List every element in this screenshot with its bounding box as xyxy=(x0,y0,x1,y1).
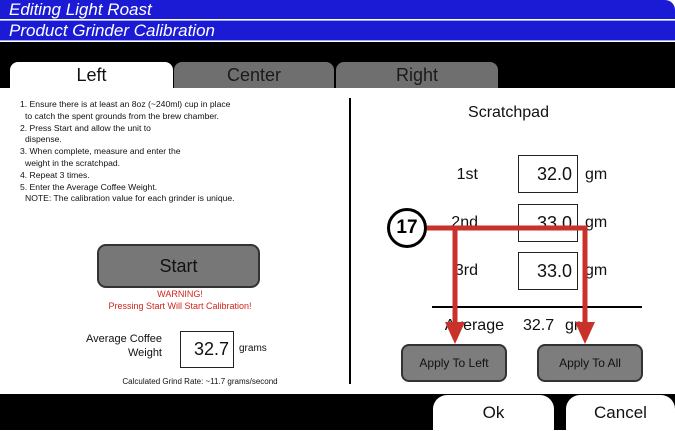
scratchpad-title: Scratchpad xyxy=(468,104,549,121)
scratch-average-unit: gm xyxy=(565,317,588,334)
tab-center[interactable]: Center xyxy=(174,62,334,88)
instruction-line: dispense. xyxy=(25,134,62,145)
average-divider xyxy=(432,306,642,308)
average-weight-input[interactable]: 32.7 xyxy=(180,331,234,368)
scratch-row-unit: gm xyxy=(585,262,608,279)
scratch-average-label: Average xyxy=(444,317,504,334)
average-weight-label: Average Coffee Weight xyxy=(62,332,162,360)
window-subtitle: Product Grinder Calibration xyxy=(0,20,675,41)
instruction-line: to catch the spent grounds from the brew… xyxy=(25,110,219,121)
instruction-line: 1. Ensure there is at least an 8oz (~240… xyxy=(20,99,231,109)
warning-text: Pressing Start Will Start Calibration! xyxy=(108,301,252,311)
calculated-grind-rate: Calculated Grind Rate: ~11.7 grams/secon… xyxy=(122,377,278,386)
scratch-average-value: 32.7 xyxy=(523,317,555,334)
ok-button[interactable]: Ok xyxy=(433,395,554,430)
average-weight-label-line1: Average Coffee xyxy=(85,333,162,345)
instructions: 1. Ensure there is at least an 8oz (~240… xyxy=(20,99,340,205)
step-callout-badge: 17 xyxy=(387,208,427,248)
scratch-row-label: 1st xyxy=(456,166,478,183)
panel-divider xyxy=(349,98,351,384)
tab-right[interactable]: Right xyxy=(336,62,498,88)
scratch-row-unit: gm xyxy=(585,214,608,231)
scratch-row-unit: gm xyxy=(585,166,608,183)
average-weight-label-line2: Weight xyxy=(127,347,162,359)
instruction-line: 2. Press Start and allow the unit to xyxy=(20,122,151,133)
apply-to-left-button[interactable]: Apply To Left xyxy=(401,344,507,382)
scratch-row-input[interactable]: 32.0 xyxy=(518,155,578,193)
average-weight-unit: grams xyxy=(239,343,267,354)
scratch-row-input[interactable]: 33.0 xyxy=(518,252,578,290)
cancel-button[interactable]: Cancel xyxy=(566,395,675,430)
start-button[interactable]: Start xyxy=(97,244,260,288)
instruction-line: NOTE: The calibration value for each gri… xyxy=(25,193,235,204)
apply-to-all-button[interactable]: Apply To All xyxy=(537,344,643,382)
scratch-row-label: 3rd xyxy=(454,262,478,279)
instruction-line: 5. Enter the Average Coffee Weight. xyxy=(20,181,158,192)
window-title: Editing Light Roast xyxy=(0,0,675,19)
instruction-line: 3. When complete, measure and enter the xyxy=(20,146,181,157)
warning-title: WARNING! xyxy=(157,289,203,299)
scratch-row-input[interactable]: 33.0 xyxy=(518,204,578,242)
instruction-line: weight in the scratchpad. xyxy=(25,157,121,168)
tab-left[interactable]: Left xyxy=(10,62,173,88)
instruction-line: 4. Repeat 3 times. xyxy=(20,169,90,180)
